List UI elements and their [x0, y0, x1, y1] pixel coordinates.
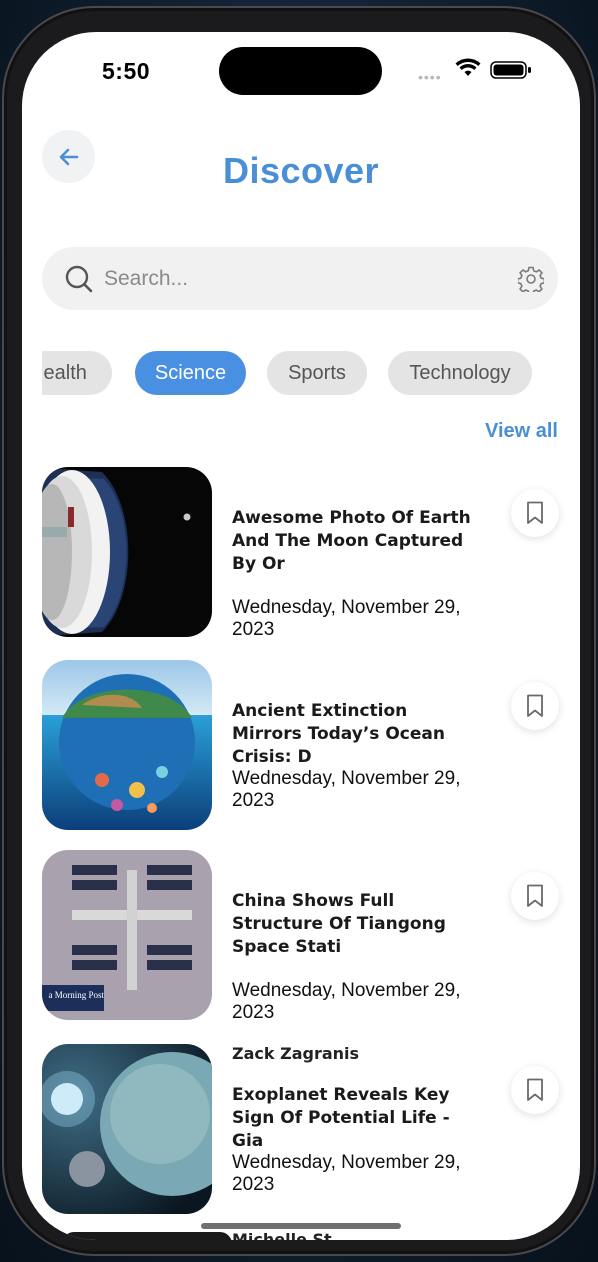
article-card[interactable]: Zack Zagranis Exoplanet Reveals Key Sign…	[42, 1044, 559, 1214]
bookmark-button[interactable]	[511, 1066, 559, 1114]
search-icon	[65, 265, 93, 293]
cellular-signal-icon: ••••	[418, 69, 442, 85]
home-indicator[interactable]	[201, 1223, 401, 1229]
chip-technology[interactable]: Technology	[388, 351, 532, 395]
chip-health[interactable]: Health	[42, 351, 112, 395]
status-bar: 5:50 ••••	[22, 32, 580, 112]
article-thumbnail-exoplanet	[42, 1044, 212, 1214]
bookmark-icon	[527, 884, 543, 907]
article-date: Wednesday, November 29, 2023	[232, 768, 461, 811]
article-title: Ancient Extinction Mirrors Today’s Ocean…	[232, 701, 445, 767]
article-date: Wednesday, November 29, 2023	[232, 980, 461, 1023]
wifi-icon	[455, 58, 481, 76]
article-date: Wednesday, November 29, 2023	[232, 1152, 461, 1195]
article-title: China Shows Full Structure Of Tiangong S…	[232, 891, 446, 957]
chip-science[interactable]: Science	[135, 351, 246, 395]
bookmark-icon	[527, 1078, 543, 1101]
article-date: Wednesday, November 29, 2023	[232, 597, 461, 640]
bookmark-button[interactable]	[511, 872, 559, 920]
app-screen: 5:50 •••• Discover Search... ealth Scien…	[22, 32, 580, 1240]
article-thumbnail-space-station: a Morning Post	[42, 850, 212, 1020]
bookmark-icon	[527, 694, 543, 717]
article-title: Exoplanet Reveals Key Sign Of Potential …	[232, 1085, 450, 1151]
article-author-partial: Michelle St	[232, 1230, 332, 1240]
article-thumbnail-spacecraft	[42, 467, 212, 637]
status-time: 5:50	[102, 58, 151, 84]
article-title: Awesome Photo Of Earth And The Moon Capt…	[232, 508, 471, 574]
article-thumbnail-ocean	[42, 660, 212, 830]
view-all-link[interactable]: View all	[462, 420, 558, 443]
article-author: Zack Zagranis	[232, 1044, 360, 1063]
article-thumbnail-partial	[62, 1232, 232, 1240]
chip-sports[interactable]: Sports	[267, 351, 367, 395]
device-frame: 5:50 •••• Discover Search... ealth Scien…	[2, 6, 596, 1256]
article-card[interactable]: Ancient Extinction Mirrors Today’s Ocean…	[42, 660, 559, 830]
bookmark-button[interactable]	[511, 682, 559, 730]
bookmark-icon	[527, 501, 543, 524]
page-title: Discover	[222, 150, 380, 191]
article-card[interactable]: a Morning Post China Shows Full Structur…	[42, 850, 559, 1023]
gear-icon[interactable]	[518, 266, 544, 292]
search-bar[interactable]	[42, 247, 558, 310]
article-card[interactable]: Awesome Photo Of Earth And The Moon Capt…	[42, 467, 559, 640]
search-input[interactable]	[104, 247, 484, 310]
category-chips: Health Science Sports Technology	[42, 351, 558, 397]
bookmark-button[interactable]	[511, 489, 559, 537]
image-caption: a Morning Post	[48, 990, 104, 1000]
dynamic-island	[219, 47, 382, 95]
battery-icon	[490, 61, 531, 79]
